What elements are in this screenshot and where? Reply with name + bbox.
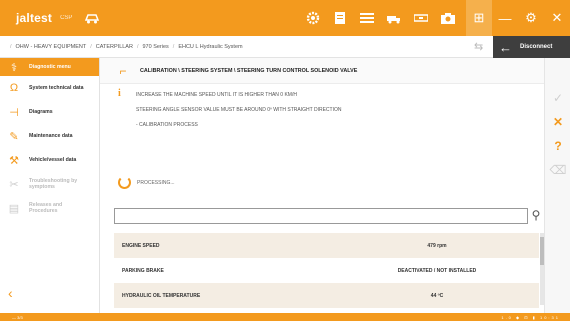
diagram-icon: ⊣ [9, 106, 19, 119]
brand-name: jaltest [16, 11, 53, 25]
calibration-icon: ⌐ [119, 63, 127, 78]
back-chevron-icon[interactable]: ‹ [8, 285, 13, 301]
sidebar-item-vehicle-data[interactable]: ⚒ Vehicle/vessel data [0, 148, 99, 172]
instructions-panel: i INCREASE THE MACHINE SPEED UNTIL IT IS… [100, 84, 544, 148]
main-panel: ⌐ CALIBRATION \ STEERING SYSTEM \ STEERI… [100, 58, 544, 313]
parameter-name: ENGINE SPEED [122, 242, 160, 249]
vehicle-icon [85, 14, 100, 24]
connector-icon[interactable] [413, 10, 429, 26]
vehicle-data-icon: ⚒ [9, 154, 19, 167]
instruction-line: STEERING ANGLE SENSOR VALUE MUST BE AROU… [136, 107, 342, 113]
settings-icon[interactable]: ⚙ [518, 0, 544, 36]
breadcrumb-separator: / [136, 43, 139, 50]
spinner-icon [118, 176, 131, 189]
search-input[interactable] [114, 208, 528, 224]
truck-icon[interactable] [386, 10, 402, 26]
sidebar-item-label: Troubleshooting by symptoms [29, 177, 78, 190]
cancel-x-icon[interactable]: ✕ [545, 110, 570, 134]
right-action-bar: ✓ ✕ ? ⌫ [544, 58, 570, 313]
disconnect-label: Disconnect [520, 44, 553, 50]
technical-data-icon: Ω [9, 82, 19, 94]
parameter-name: PARKING BRAKE [122, 267, 164, 274]
sidebar-item-label: Maintenance data [29, 132, 73, 139]
breadcrumb-separator: / [10, 43, 12, 50]
arrow-left-icon: ← [499, 39, 512, 55]
search-icon[interactable]: ⚲ [528, 207, 544, 223]
info-icon: i [118, 88, 121, 99]
minimize-icon[interactable]: — [492, 0, 518, 36]
document-icon[interactable] [332, 10, 348, 26]
releases-icon: ▤ [8, 202, 20, 215]
sidebar-item-technical-data[interactable]: Ω System technical data [0, 76, 99, 100]
breadcrumb-separator: / [90, 43, 92, 50]
app-logo: jaltest CSP [16, 11, 100, 25]
procedure-title-row: ⌐ CALIBRATION \ STEERING SYSTEM \ STEERI… [100, 58, 544, 84]
status-left: — 3/3 [12, 314, 23, 320]
top-toolbar: jaltest CSP ? ⊞ — ⚙ ✕ [0, 0, 570, 36]
sidebar-item-label: Diagnostic menu [29, 63, 71, 70]
disconnect-button[interactable]: ← Disconnect [493, 36, 570, 58]
procedure-title: CALIBRATION \ STEERING SYSTEM \ STEERING… [140, 67, 358, 74]
camera-icon[interactable] [440, 10, 456, 26]
sidebar-item-label: System technical data [29, 84, 84, 91]
sidebar-item-label: Vehicle/vessel data [29, 156, 77, 163]
breadcrumb-item[interactable]: OHW - HEAVY EQUIPMENT [16, 44, 87, 50]
breadcrumb-separator: / [172, 43, 175, 50]
processing-label: PROCESSING... [137, 179, 175, 186]
processing-status: PROCESSING... [118, 176, 175, 189]
sidebar-item-troubleshooting: ✂ Troubleshooting by symptoms [0, 172, 99, 196]
parameter-value: 479 rpm [427, 242, 447, 249]
breadcrumb-item[interactable]: EHCU L Hydraulic System [178, 44, 242, 50]
sidebar-item-maintenance[interactable]: ✎ Maintenance data [0, 124, 99, 148]
instruction-line: - CALIBRATION PROCESS [136, 122, 198, 128]
sidebar: ⚕ Diagnostic menu Ω System technical dat… [0, 58, 100, 313]
diagnostic-icon: ⚕ [11, 61, 17, 74]
plug-icon: ⇆ [474, 41, 484, 53]
parameter-value: 44 ºC [430, 292, 444, 299]
help-icon[interactable]: ? [545, 134, 570, 158]
instruction-line: INCREASE THE MACHINE SPEED UNTIL IT IS H… [136, 92, 297, 98]
confirm-check-icon[interactable]: ✓ [545, 86, 570, 110]
troubleshooting-icon: ✂ [9, 178, 19, 191]
status-right: 1.0 ◆ ⊡ ▮ 10:31 [501, 314, 560, 320]
sidebar-item-label: Releases and Procedures [29, 201, 63, 214]
settings-gear-icon[interactable] [305, 10, 321, 26]
sidebar-item-label: Diagrams [29, 108, 53, 115]
parameter-name: HYDRAULIC OIL TEMPERATURE [122, 292, 201, 299]
table-row: ENGINE SPEED 479 rpm [114, 233, 539, 258]
status-bar: — 3/3 1.0 ◆ ⊡ ▮ 10:31 [0, 313, 570, 321]
maintenance-icon: ✎ [9, 130, 19, 143]
sidebar-item-diagrams[interactable]: ⊣ Diagrams [0, 100, 99, 124]
table-row: PARKING BRAKE DEACTIVATED / NOT INSTALLE… [114, 258, 539, 283]
breadcrumb-item[interactable]: 970 Series [142, 44, 168, 50]
apps-grid-icon[interactable]: ⊞ [466, 0, 492, 36]
sidebar-item-diagnostic-menu[interactable]: ⚕ Diagnostic menu [0, 58, 99, 76]
close-icon[interactable]: ✕ [544, 0, 570, 36]
breadcrumb-item[interactable]: CATERPILLAR [96, 44, 133, 50]
brand-sub: CSP [60, 15, 73, 21]
list-icon[interactable] [359, 10, 375, 26]
clear-icon[interactable]: ⌫ [545, 158, 570, 182]
parameters-table: ENGINE SPEED 479 rpm PARKING BRAKE DEACT… [114, 233, 539, 308]
breadcrumb: / OHW - HEAVY EQUIPMENT / CATERPILLAR / … [10, 44, 243, 50]
table-row: HYDRAULIC OIL TEMPERATURE 44 ºC [114, 283, 539, 308]
parameter-value: DEACTIVATED / NOT INSTALLED [397, 267, 477, 274]
sidebar-item-releases: ▤ Releases and Procedures [0, 196, 99, 220]
